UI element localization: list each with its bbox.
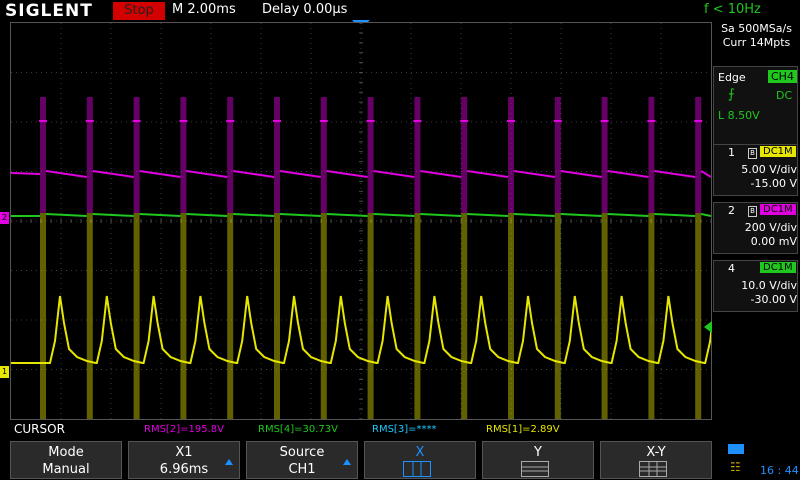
rising-edge-icon: ⨍ bbox=[728, 87, 735, 102]
measurement-rms-ch2: RMS[2]=195.8V bbox=[144, 424, 224, 435]
source-softkey[interactable]: Source CH1 bbox=[246, 441, 358, 479]
channel-1-box[interactable]: 1 B DC1M 5.00 V/div -15.00 V bbox=[713, 144, 798, 196]
trigger-level: L 8.50V bbox=[718, 109, 760, 122]
channel-number: 4 bbox=[728, 262, 735, 275]
ch1-burst bbox=[648, 213, 655, 419]
ch1-offset-marker[interactable]: 1 bbox=[0, 366, 9, 378]
mode-softkey[interactable]: Mode Manual bbox=[10, 441, 122, 479]
softkey-label: Y bbox=[534, 445, 542, 460]
channel-coupling: DC1M bbox=[760, 146, 796, 157]
softkey-menu: Mode Manual X1 6.96ms Source CH1 X Y X-Y bbox=[0, 438, 800, 480]
ch2-burst bbox=[320, 97, 327, 213]
volts-per-div: 10.0 V/div bbox=[741, 279, 797, 292]
ch2-offset-marker[interactable]: 2 bbox=[0, 212, 9, 224]
softkey-label: X1 bbox=[175, 445, 193, 460]
adjust-arrow-icon bbox=[343, 459, 351, 465]
ch2-burst bbox=[133, 97, 140, 213]
frequency-counter: f < 10Hz bbox=[704, 2, 761, 17]
channel-4-box[interactable]: 4 DC1M 10.0 V/div -30.00 V bbox=[713, 260, 798, 312]
ch1-burst bbox=[180, 213, 187, 419]
channel-offset: -30.00 V bbox=[750, 293, 797, 306]
ch1-burst bbox=[461, 213, 468, 419]
measurement-rms-ch3: RMS[3]=**** bbox=[372, 424, 437, 435]
softkey-label: X bbox=[415, 445, 425, 460]
ch1-burst bbox=[414, 213, 421, 419]
xy-cursor-softkey[interactable]: X-Y bbox=[600, 441, 712, 479]
run-stop-indicator[interactable]: Stop bbox=[113, 2, 165, 20]
softkey-value: Manual bbox=[42, 462, 90, 477]
softkey-label: X-Y bbox=[646, 445, 666, 460]
ch1-burst bbox=[554, 213, 561, 419]
ch1-burst bbox=[40, 213, 46, 419]
ch2-burst bbox=[274, 97, 280, 213]
softkey-label: Mode bbox=[48, 445, 84, 460]
ch1-burst bbox=[86, 213, 93, 419]
channel-number: 1 bbox=[728, 146, 735, 159]
ch2-burst bbox=[695, 97, 702, 213]
ch1-burst bbox=[320, 213, 327, 419]
measurement-bar: CURSOR RMS[2]=195.8V RMS[4]=30.73V RMS[3… bbox=[0, 422, 800, 438]
softkey-value: 6.96ms bbox=[159, 462, 209, 477]
ch2-burst bbox=[40, 97, 46, 213]
trigger-source: CH4 bbox=[768, 70, 797, 83]
trigger-type: Edge bbox=[718, 71, 746, 84]
ch1-burst bbox=[274, 213, 280, 419]
ch1-burst bbox=[601, 213, 608, 419]
ch1-burst bbox=[508, 213, 514, 419]
volts-per-div: 5.00 V/div bbox=[741, 163, 797, 176]
measurement-rms-ch1: RMS[1]=2.89V bbox=[486, 424, 560, 435]
right-info-panel: Sa 500MSa/s Curr 14Mpts Edge CH4 ⨍ DC L … bbox=[713, 22, 800, 422]
ch1-burst bbox=[367, 213, 374, 419]
trigger-level-marker-icon[interactable] bbox=[704, 321, 712, 333]
bandwidth-limit-icon: B bbox=[748, 206, 757, 217]
channel-2-box[interactable]: 2 B DC1M 200 V/div 0.00 mV bbox=[713, 202, 798, 254]
ch2-burst bbox=[227, 97, 234, 213]
measurement-rms-ch4: RMS[4]=30.73V bbox=[258, 424, 338, 435]
channel-offset: -15.00 V bbox=[750, 177, 797, 190]
channel-offset: 0.00 mV bbox=[750, 235, 797, 248]
brand-logo: SIGLENT bbox=[5, 1, 93, 21]
x-cursor-icon bbox=[403, 461, 431, 477]
battery-icon bbox=[728, 444, 744, 454]
bandwidth-limit-icon: B bbox=[748, 148, 757, 159]
network-icon: ☷ bbox=[730, 460, 741, 474]
y-cursor-softkey[interactable]: Y bbox=[482, 441, 594, 479]
ch2-burst bbox=[601, 97, 608, 213]
top-status-bar: SIGLENT Stop M 2.00ms Delay 0.00μs f < 1… bbox=[0, 0, 800, 22]
x-cursor-softkey[interactable]: X bbox=[364, 441, 476, 479]
system-status-area: ☷ 16 : 44 bbox=[724, 440, 800, 480]
trigger-settings-box[interactable]: Edge CH4 ⨍ DC L 8.50V bbox=[713, 66, 798, 150]
waveform-area bbox=[11, 23, 711, 419]
ch2-burst bbox=[508, 97, 514, 213]
channel-coupling: DC1M bbox=[760, 204, 796, 215]
ch1-burst bbox=[227, 213, 234, 419]
clock: 16 : 44 bbox=[760, 464, 799, 477]
ch1-burst bbox=[695, 213, 702, 419]
adjust-arrow-icon bbox=[225, 459, 233, 465]
xy-cursor-icon bbox=[639, 461, 667, 477]
trigger-coupling: DC bbox=[776, 89, 793, 102]
waveform-display[interactable] bbox=[10, 22, 712, 420]
softkey-label: Source bbox=[279, 445, 325, 460]
softkey-value: CH1 bbox=[288, 462, 316, 477]
channel-coupling: DC1M bbox=[760, 262, 796, 273]
memory-depth: Curr 14Mpts bbox=[722, 36, 791, 49]
ch2-burst bbox=[414, 97, 421, 213]
channel-number: 2 bbox=[728, 204, 735, 217]
ch2-burst bbox=[367, 97, 374, 213]
volts-per-div: 200 V/div bbox=[744, 221, 797, 234]
y-cursor-icon bbox=[521, 461, 549, 477]
ch2-burst bbox=[554, 97, 561, 213]
timebase-readout[interactable]: M 2.00ms bbox=[172, 2, 236, 17]
ch2-burst bbox=[461, 97, 468, 213]
x1-softkey[interactable]: X1 6.96ms bbox=[128, 441, 240, 479]
delay-readout[interactable]: Delay 0.00μs bbox=[262, 2, 347, 17]
ch1-burst bbox=[133, 213, 140, 419]
sample-rate: Sa 500MSa/s bbox=[721, 22, 792, 35]
ch2-burst bbox=[180, 97, 187, 213]
menu-title: CURSOR bbox=[14, 422, 65, 436]
ch2-burst bbox=[86, 97, 93, 213]
ch2-burst bbox=[648, 97, 655, 213]
